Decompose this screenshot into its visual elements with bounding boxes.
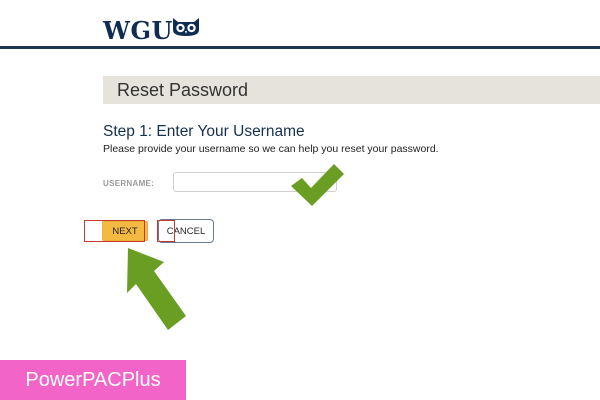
username-label: USERNAME:: [103, 179, 155, 188]
watermark-badge: PowerPACPlus: [0, 360, 186, 400]
arrow-up-left-icon: [127, 248, 186, 330]
wgu-logo[interactable]: WGU: [103, 16, 173, 45]
owl-icon: [173, 18, 199, 36]
site-header: WGU: [0, 0, 600, 49]
step-title: Step 1: Enter Your Username: [103, 123, 305, 140]
page-title: Reset Password: [117, 80, 249, 100]
checkmark-icon: [291, 164, 344, 206]
step-description: Please provide your username so we can h…: [103, 143, 439, 155]
header-divider: [0, 46, 600, 49]
